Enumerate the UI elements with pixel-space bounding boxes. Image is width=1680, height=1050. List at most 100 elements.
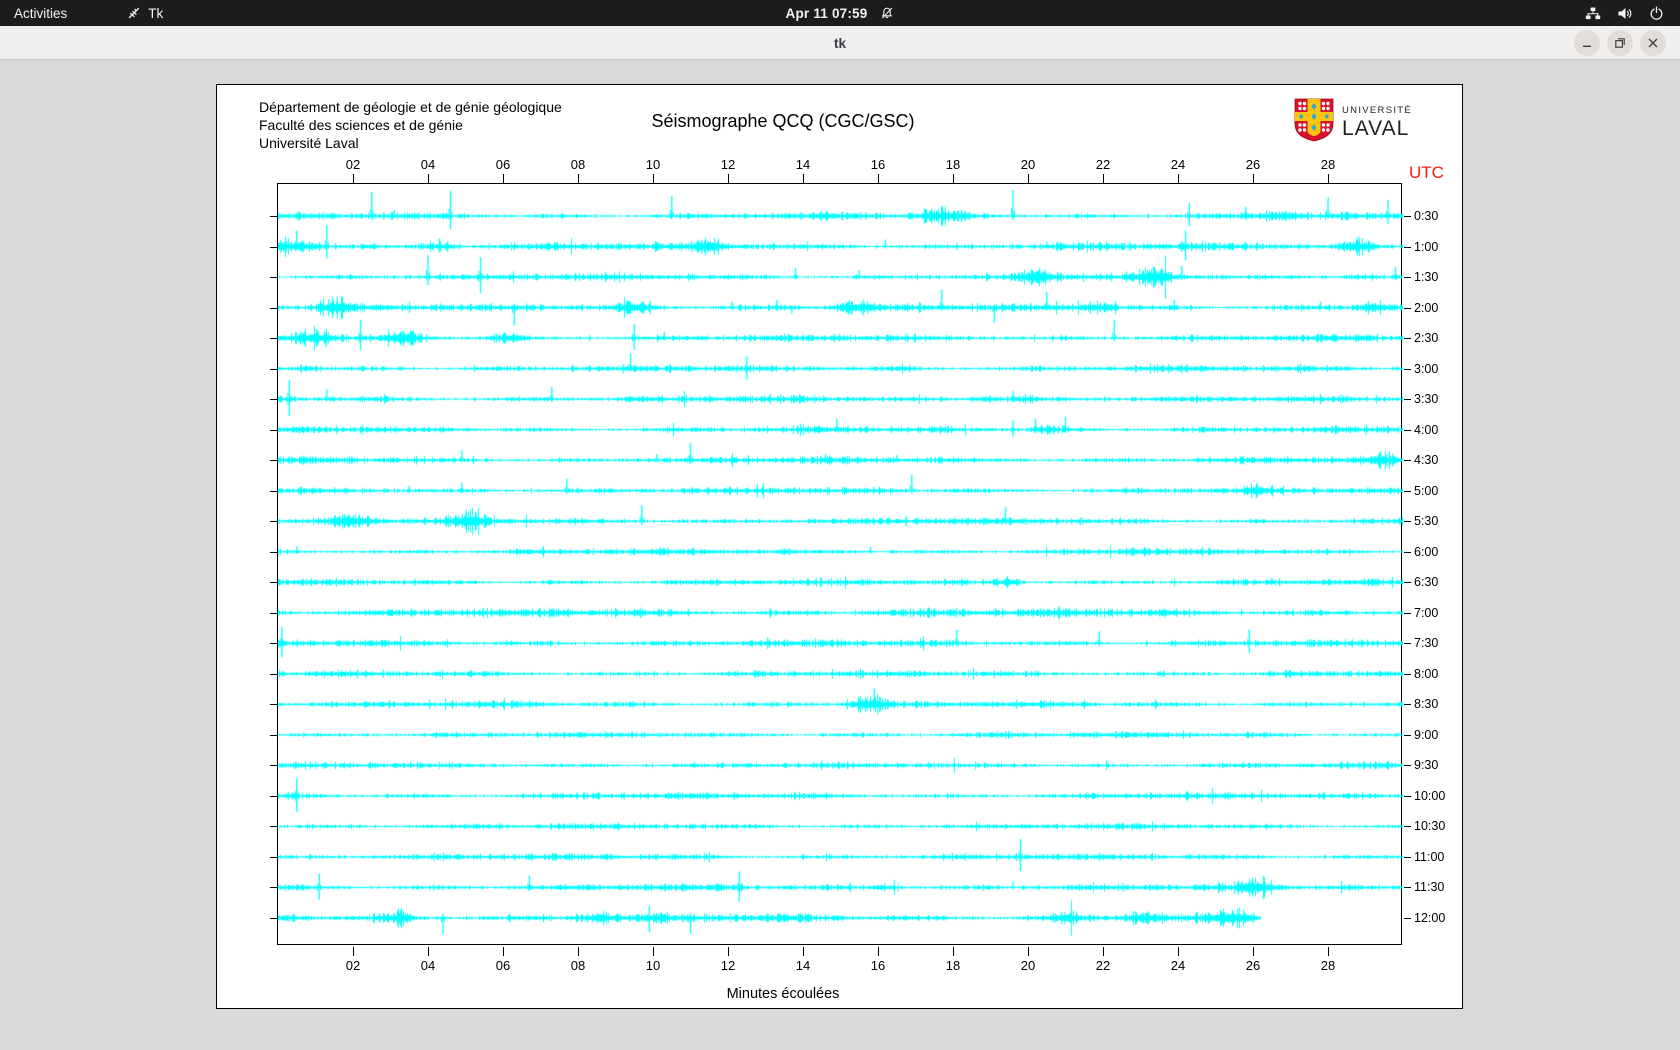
x-tick-top (503, 174, 504, 183)
trace-time-label: 1:00 (1414, 239, 1438, 255)
x-tick-label-bottom: 24 (1165, 958, 1191, 973)
x-tick-label-top: 14 (790, 157, 816, 172)
power-icon (1649, 6, 1664, 21)
x-tick-top (1103, 174, 1104, 183)
plot-frame (277, 183, 1402, 945)
tk-feather-icon (127, 6, 141, 20)
x-tick-label-top: 20 (1015, 157, 1041, 172)
trace-time-label: 4:00 (1414, 422, 1438, 438)
x-tick-bottom (803, 947, 804, 956)
y-tick-right (1404, 460, 1411, 461)
x-tick-label-top: 06 (490, 157, 516, 172)
trace-time-label: 4:30 (1414, 452, 1438, 468)
y-tick-left (270, 369, 277, 370)
x-tick-label-top: 18 (940, 157, 966, 172)
y-tick-left (270, 643, 277, 644)
window-titlebar[interactable]: tk (0, 26, 1680, 60)
y-tick-left (270, 826, 277, 827)
trace-time-label: 3:30 (1414, 391, 1438, 407)
y-tick-left (270, 582, 277, 583)
y-tick-right (1404, 765, 1411, 766)
x-tick-label-bottom: 26 (1240, 958, 1266, 973)
y-tick-left (270, 308, 277, 309)
x-tick-label-bottom: 12 (715, 958, 741, 973)
x-tick-bottom (953, 947, 954, 956)
x-tick-label-bottom: 20 (1015, 958, 1041, 973)
activities-button[interactable]: Activities (0, 0, 81, 26)
trace-time-label: 7:00 (1414, 605, 1438, 621)
trace-time-label: 7:30 (1414, 635, 1438, 651)
x-tick-label-top: 24 (1165, 157, 1191, 172)
trace-time-label: 5:30 (1414, 513, 1438, 529)
y-tick-left (270, 552, 277, 553)
y-tick-left (270, 460, 277, 461)
close-button[interactable] (1640, 30, 1666, 56)
y-tick-left (270, 765, 277, 766)
x-tick-bottom (428, 947, 429, 956)
y-tick-right (1404, 369, 1411, 370)
x-tick-bottom (728, 947, 729, 956)
x-tick-top (1328, 174, 1329, 183)
y-tick-right (1404, 613, 1411, 614)
x-tick-top (1028, 174, 1029, 183)
y-tick-left (270, 613, 277, 614)
y-tick-left (270, 247, 277, 248)
x-tick-top (953, 174, 954, 183)
clock-area: Apr 11 07:59 (0, 0, 1680, 26)
window-title: tk (0, 26, 1680, 60)
trace-time-label: 9:00 (1414, 727, 1438, 743)
y-tick-right (1404, 277, 1411, 278)
x-tick-bottom (653, 947, 654, 956)
x-tick-bottom (1253, 947, 1254, 956)
x-tick-label-top: 16 (865, 157, 891, 172)
x-tick-top (1253, 174, 1254, 183)
y-tick-right (1404, 308, 1411, 309)
x-tick-bottom (878, 947, 879, 956)
y-tick-left (270, 887, 277, 888)
volume-icon (1617, 6, 1633, 21)
x-tick-top (878, 174, 879, 183)
x-tick-top (803, 174, 804, 183)
app-menu[interactable]: Tk (117, 0, 173, 26)
y-tick-right (1404, 918, 1411, 919)
x-tick-top (428, 174, 429, 183)
trace-time-label: 0:30 (1414, 208, 1438, 224)
x-tick-label-top: 12 (715, 157, 741, 172)
plot-title: Séismographe QCQ (CGC/GSC) (278, 111, 1288, 132)
y-tick-left (270, 277, 277, 278)
trace-time-label: 6:00 (1414, 544, 1438, 560)
minimize-button[interactable] (1574, 30, 1600, 56)
y-tick-right (1404, 735, 1411, 736)
utc-axis-title: UTC (1409, 163, 1444, 183)
x-tick-top (653, 174, 654, 183)
y-tick-left (270, 735, 277, 736)
y-tick-right (1404, 399, 1411, 400)
clock[interactable]: Apr 11 07:59 (786, 6, 868, 21)
y-tick-left (270, 796, 277, 797)
x-tick-label-top: 02 (340, 157, 366, 172)
x-tick-bottom (1028, 947, 1029, 956)
y-tick-right (1404, 430, 1411, 431)
trace-time-label: 8:30 (1414, 696, 1438, 712)
x-tick-top (1178, 174, 1179, 183)
y-tick-right (1404, 491, 1411, 492)
x-tick-label-bottom: 16 (865, 958, 891, 973)
y-tick-right (1404, 338, 1411, 339)
y-tick-left (270, 674, 277, 675)
bell-slash-icon (880, 6, 894, 20)
seismogram-canvas (278, 184, 1403, 946)
x-tick-label-bottom: 14 (790, 958, 816, 973)
system-status-area[interactable] (1585, 0, 1680, 26)
laval-logo-line2: LAVAL (1342, 118, 1412, 139)
header-line-3: Université Laval (259, 134, 562, 152)
trace-time-label: 10:30 (1414, 818, 1445, 834)
y-tick-right (1404, 826, 1411, 827)
y-tick-left (270, 216, 277, 217)
trace-time-label: 11:30 (1414, 879, 1444, 895)
x-tick-label-top: 08 (565, 157, 591, 172)
x-tick-label-bottom: 08 (565, 958, 591, 973)
y-tick-left (270, 704, 277, 705)
y-tick-right (1404, 247, 1411, 248)
x-tick-label-bottom: 18 (940, 958, 966, 973)
maximize-button[interactable] (1607, 30, 1633, 56)
